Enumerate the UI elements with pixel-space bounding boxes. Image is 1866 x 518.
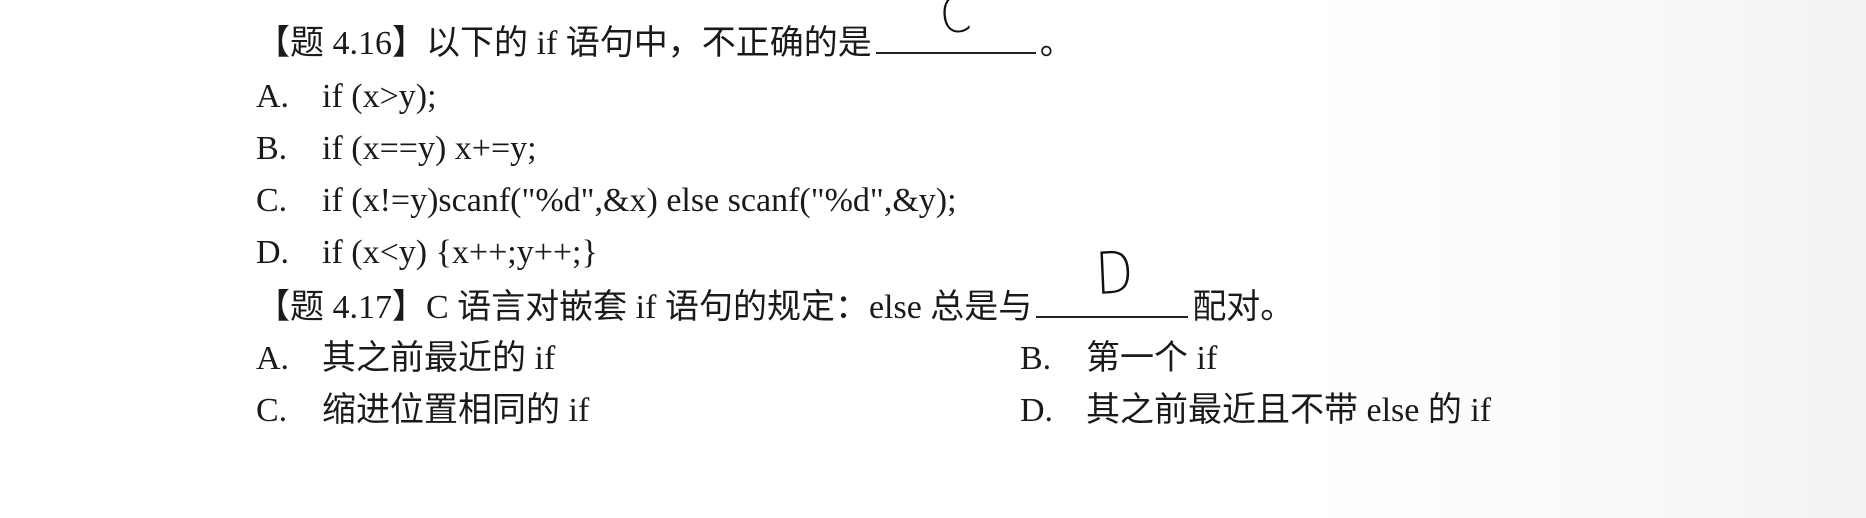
option-text: 其之前最近且不带 else 的 if (1086, 392, 1492, 429)
question-4-16-title: 【题 4.16】以下的 if 语句中，不正确的是 C 。 (256, 0, 1074, 64)
option-4-16-a: A. if (x>y); (256, 77, 437, 117)
option-text: 其之前最近的 if (322, 340, 556, 377)
scan-bleed-through (1306, 0, 1866, 518)
option-letter: B. (1020, 340, 1052, 377)
option-4-16-d: D. if (x<y) {x++;y++;} (256, 233, 598, 273)
option-text: if (x==y) x+=y; (322, 130, 537, 167)
option-letter: D. (1020, 392, 1054, 429)
option-4-17-a: A. 其之前最近的 if (256, 339, 555, 379)
option-text: if (x!=y)scanf("%d",&x) else scanf("%d",… (322, 182, 957, 219)
question-4-16-prompt: 【题 4.16】以下的 if 语句中，不正确的是 (256, 25, 872, 62)
option-letter: C. (256, 392, 288, 429)
option-4-16-b: B. if (x==y) x+=y; (256, 129, 537, 169)
answer-blank-4-17: D (1036, 238, 1189, 318)
option-4-17-b: B. 第一个 if (1020, 339, 1217, 379)
option-4-17-c: C. 缩进位置相同的 if (256, 391, 589, 431)
handwritten-answer-4-17: D (1094, 237, 1136, 309)
option-text: if (x<y) {x++;y++;} (322, 234, 598, 271)
option-4-17-d: D. 其之前最近且不带 else 的 if (1020, 391, 1491, 431)
option-letter: D. (256, 234, 290, 271)
question-4-17-title: 【题 4.17】C 语言对嵌套 if 语句的规定：else 总是与 D 配对。 (256, 238, 1295, 328)
option-letter: B. (256, 130, 288, 167)
handwritten-answer-4-16: C (937, 0, 973, 46)
option-letter: A. (256, 78, 290, 115)
answer-blank-4-16: C (875, 0, 1036, 54)
question-4-16-suffix: 。 (1039, 25, 1074, 62)
option-letter: C. (256, 182, 288, 219)
option-letter: A. (256, 340, 290, 377)
option-text: if (x>y); (322, 78, 437, 115)
option-text: 缩进位置相同的 if (322, 392, 590, 429)
option-text: 第一个 if (1086, 340, 1218, 377)
question-4-17-prompt: 【题 4.17】C 语言对嵌套 if 语句的规定：else 总是与 (256, 289, 1033, 326)
question-4-17-suffix: 配对。 (1192, 289, 1295, 326)
exam-page: 【题 4.16】以下的 if 语句中，不正确的是 C 。 A. if (x>y); B… (0, 0, 1866, 518)
option-4-16-c: C. if (x!=y)scanf("%d",&x) else scanf("%d… (256, 181, 957, 221)
